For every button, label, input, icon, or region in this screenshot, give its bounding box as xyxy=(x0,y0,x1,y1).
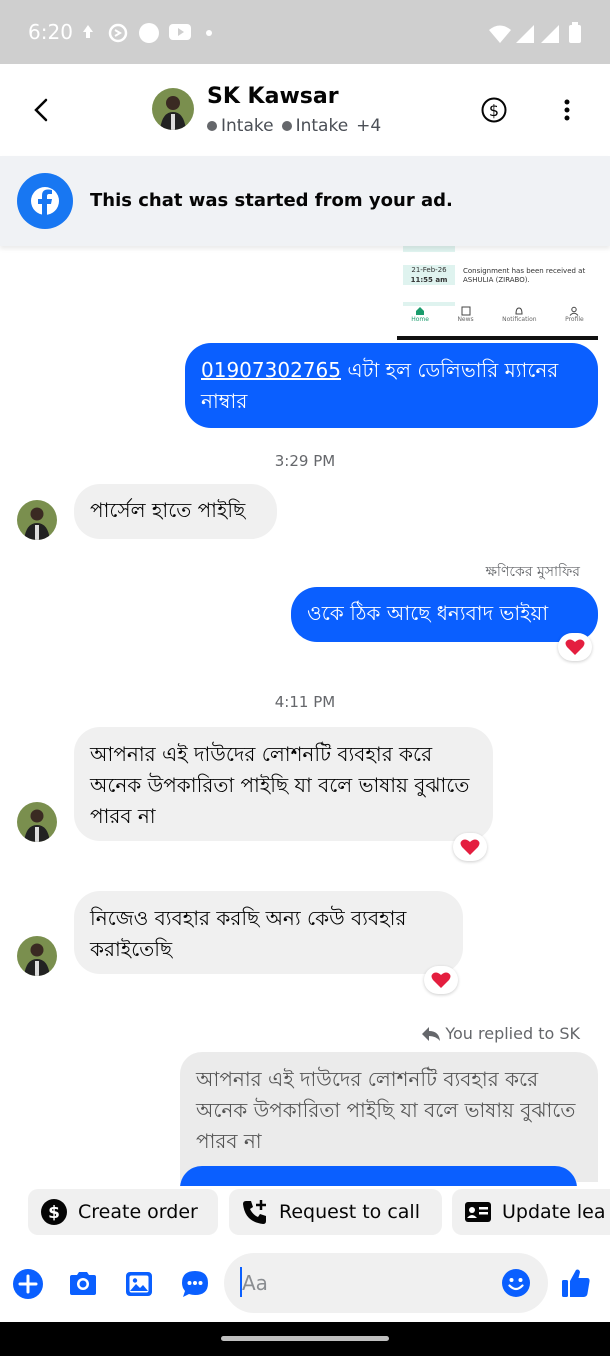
camera-icon[interactable] xyxy=(67,1268,99,1300)
image-nav: Home News Notification Profile xyxy=(397,306,598,332)
avatar[interactable] xyxy=(17,936,57,976)
update-lead-button[interactable]: Update lea xyxy=(452,1189,610,1235)
system-nav-bar xyxy=(0,1322,610,1356)
timestamp: 4:11 PM xyxy=(274,693,336,711)
message-bubble-incoming[interactable]: নিজেও ব্যবহার করছি অন্য কেউ ব্যবহার করাই… xyxy=(74,891,463,974)
image-date: 21-Feb-26 11:55 am xyxy=(403,265,455,285)
signal-icon-2 xyxy=(541,25,559,43)
sender-label: ক্ষণিকের মুসাফির xyxy=(485,564,580,580)
status-time: 6:20 xyxy=(28,20,73,44)
profile-icon xyxy=(570,306,579,316)
contact-tags[interactable]: Intake Intake +4 xyxy=(207,116,381,136)
quoted-text: আপনার এই দাউদের লোশনটি ব্যবহার করে অনেক … xyxy=(196,1067,576,1153)
heart-icon xyxy=(565,639,585,655)
replied-label-text: You replied to SK xyxy=(445,1024,580,1043)
update-lead-label: Update lea xyxy=(502,1201,606,1223)
composer: Aa xyxy=(0,1242,610,1322)
message-bubble-incoming[interactable]: আপনার এই দাউদের লোশনটি ব্যবহার করে অনেক … xyxy=(74,727,493,841)
image-event-text: Consignment has been received at ASHULIA… xyxy=(463,267,586,284)
message-list[interactable]: 21-Feb-26 11:55 am Consignment has been r… xyxy=(0,246,610,1186)
id-card-icon xyxy=(465,1202,491,1222)
chat-header: SK Kawsar Intake Intake +4 $ xyxy=(0,64,610,156)
replied-label: You replied to SK xyxy=(421,1024,580,1043)
data-saver-icon xyxy=(108,23,128,43)
tag-item: Intake xyxy=(281,116,349,136)
message-input-placeholder: Aa xyxy=(242,1271,268,1295)
message-bubble-incoming[interactable]: পার্সেল হাতে পাইছি xyxy=(74,484,277,539)
reaction-heart[interactable] xyxy=(558,633,592,661)
signal-icon xyxy=(516,25,534,43)
tag-label: Intake xyxy=(221,116,274,136)
svg-text:$: $ xyxy=(48,1203,60,1223)
reply-arrow-icon xyxy=(422,1026,441,1041)
message-text: আপনার এই দাউদের লোশনটি ব্যবহার করে অনেক … xyxy=(90,742,470,828)
thumbs-up-icon[interactable] xyxy=(559,1266,593,1300)
avatar[interactable] xyxy=(152,88,194,130)
home-icon xyxy=(416,307,425,315)
notification-dot-icon xyxy=(206,30,212,36)
heart-icon xyxy=(460,839,480,855)
message-bubble-outgoing[interactable]: 01907302765 এটা হল ডেলিভারি ম্যানের নাম্… xyxy=(185,343,598,428)
request-to-call-button[interactable]: Request to call xyxy=(229,1189,442,1235)
avatar[interactable] xyxy=(17,802,57,842)
news-icon xyxy=(461,306,471,316)
tag-dot-icon xyxy=(281,121,292,131)
create-order-button[interactable]: $ Create order xyxy=(28,1189,218,1235)
ad-banner: This chat was started from your ad. xyxy=(0,156,610,246)
gallery-icon[interactable] xyxy=(123,1268,155,1300)
message-input[interactable]: Aa xyxy=(224,1253,548,1313)
message-text: পার্সেল হাতে পাইছি xyxy=(90,498,246,522)
create-order-label: Create order xyxy=(78,1201,198,1223)
home-gesture-pill[interactable] xyxy=(221,1336,389,1341)
tag-dot-icon xyxy=(207,121,217,131)
more-options-icon[interactable] xyxy=(557,98,577,122)
tag-label: Intake xyxy=(295,116,349,136)
heart-icon xyxy=(431,972,451,988)
recycle-icon xyxy=(83,25,93,38)
message-bubble-outgoing-partial[interactable] xyxy=(180,1166,577,1186)
youtube-icon xyxy=(169,24,191,40)
facebook-icon xyxy=(17,173,73,229)
dollar-circle-icon: $ xyxy=(41,1199,67,1225)
ad-banner-text: This chat was started from your ad. xyxy=(90,190,453,211)
chat-bubble-icon[interactable] xyxy=(179,1268,211,1300)
request-to-call-label: Request to call xyxy=(279,1201,420,1223)
image-attachment[interactable]: 21-Feb-26 11:55 am Consignment has been r… xyxy=(397,246,598,340)
wifi-icon xyxy=(489,25,511,43)
tag-item: Intake xyxy=(207,116,274,136)
phone-plus-icon xyxy=(243,1200,266,1224)
svg-text:$: $ xyxy=(489,101,499,120)
quoted-message[interactable]: আপনার এই দাউদের লোশনটি ব্যবহার করে অনেক … xyxy=(180,1052,598,1182)
back-arrow-icon[interactable] xyxy=(24,92,60,128)
tags-more: +4 xyxy=(356,116,382,136)
battery-icon xyxy=(569,22,581,43)
message-text: নিজেও ব্যবহার করছি অন্য কেউ ব্যবহার করাই… xyxy=(90,906,407,961)
reaction-heart[interactable] xyxy=(453,833,487,861)
status-bar: 6:20 xyxy=(0,0,610,64)
reaction-heart[interactable] xyxy=(424,966,458,994)
emoji-icon[interactable] xyxy=(501,1268,531,1298)
image-date-strip xyxy=(403,246,455,252)
bell-icon xyxy=(515,307,523,315)
message-bubble-outgoing[interactable]: ওকে ঠিক আছে ধন্যবাদ ভাইয়া xyxy=(291,587,598,642)
contact-name[interactable]: SK Kawsar xyxy=(207,84,339,109)
plus-circle-icon[interactable] xyxy=(12,1268,44,1300)
phone-link[interactable]: 01907302765 xyxy=(201,358,341,382)
timestamp: 3:29 PM xyxy=(274,452,336,470)
avatar[interactable] xyxy=(17,500,57,540)
dollar-circle-icon[interactable]: $ xyxy=(481,97,507,123)
message-text: ওকে ঠিক আছে ধন্যবাদ ভাইয়া xyxy=(307,601,549,625)
circle-icon xyxy=(139,23,159,43)
quick-actions-bar: $ Create order Request to call Update le… xyxy=(0,1186,610,1240)
